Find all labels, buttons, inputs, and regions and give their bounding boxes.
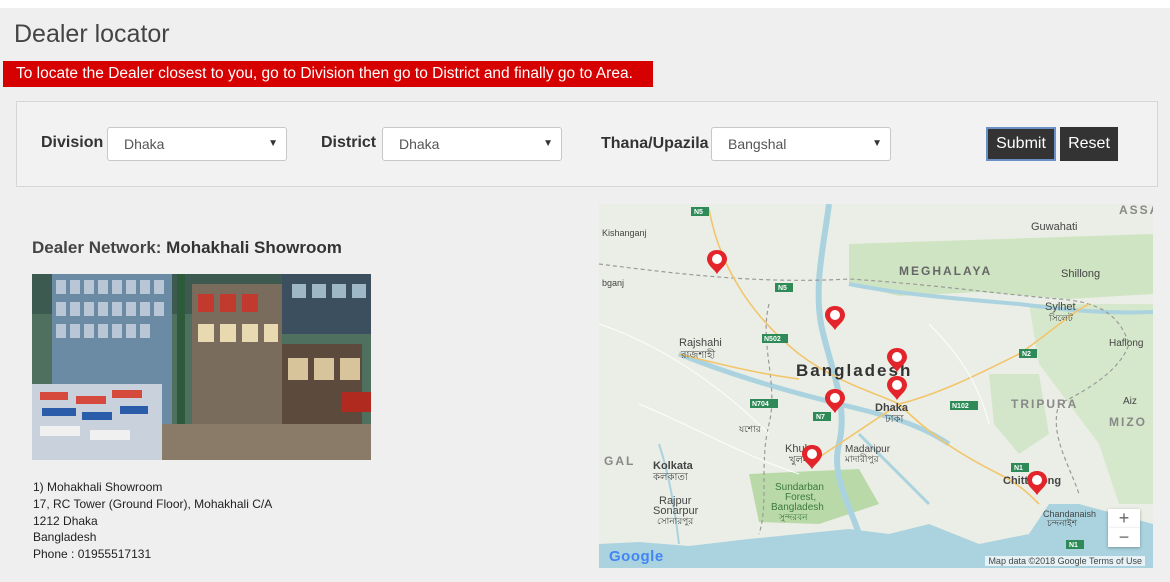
thana-value: Bangshal [728,136,787,152]
map-label-haflong: Haflong [1109,338,1143,349]
map-label-aizawl: Aiz [1123,396,1137,407]
filter-form: Division Dhaka ▼ District Dhaka ▼ Thana/… [16,101,1158,187]
map-label-kishanganj: Kishanganj [602,228,647,238]
road-n2-label: N2 [1022,351,1031,358]
thana-label: Thana/Upazila [601,135,709,152]
chevron-down-icon: ▼ [872,138,882,149]
division-label: Division [41,134,104,151]
map-label-kolkata: Kolkata [653,460,694,472]
dealer-network-label: Dealer Network: [32,238,162,257]
map-label-bganj: bganj [602,278,624,288]
page-title: Dealer locator [14,20,170,48]
reset-button[interactable]: Reset [1060,127,1118,161]
map-label-meghalaya: MEGHALAYA [899,264,992,278]
google-logo-text: Google [609,548,664,565]
map-label-sylhet-bn: সিলেট [1048,312,1074,323]
division-select[interactable]: Dhaka ▼ [107,127,287,161]
map-label-mizo: MIZO [1109,415,1147,429]
thana-select[interactable]: Bangshal ▼ [711,127,891,161]
road-n502-label: N502 [764,336,781,343]
road-n1-label: N1 [1014,465,1023,472]
zoom-in-button[interactable]: + [1108,509,1140,528]
map-attribution[interactable]: Map data ©2018 Google Terms of Use [985,556,1145,566]
map-label-tripura: TRIPURA [1011,397,1078,411]
map-canvas[interactable]: N5 N5 N502 N704 N7 N102 N2 N1 N1 Kishang… [599,204,1153,568]
road-n102-label: N102 [952,403,969,410]
road-n5-label: N5 [694,209,703,216]
submit-button[interactable]: Submit [986,127,1056,161]
district-value: Dhaka [399,136,440,152]
road-n1-label: N1 [1069,542,1078,549]
map-label-rajshahi: Rajshahi [679,337,722,349]
chevron-down-icon: ▼ [543,138,553,149]
address-line: 17, RC Tower (Ground Floor), Mohakhali C… [33,496,273,511]
phone-number: Phone : 01955517131 [33,547,152,562]
map-label-gal: GAL [604,454,635,468]
instruction-banner: To locate the Dealer closest to you, go … [3,61,653,87]
address-line: Bangladesh [33,530,97,545]
district-select[interactable]: Dhaka ▼ [382,127,562,161]
chevron-down-icon: ▼ [268,138,278,149]
dealer-network-heading: Dealer Network: Mohakhali Showroom [32,238,342,258]
map-label-guwahati: Guwahati [1031,221,1077,233]
dealer-address: 1) Mohakhali Showroom 17, RC Tower (Grou… [33,479,272,563]
map-label-sonarpur-bn: সোনারপুর [657,516,694,527]
map-label-sundarban-bn: সুন্দরবন [778,512,808,523]
zoom-out-button[interactable]: − [1108,528,1140,547]
division-value: Dhaka [124,136,165,152]
map-label-sylhet: Sylhet [1045,301,1076,313]
map-label-dhaka-bn: ঢাকা [884,414,905,425]
google-logo: Google [609,548,664,565]
road-n5-label: N5 [778,285,787,292]
showroom-name: Mohakhali Showroom [166,238,342,257]
map-label-assam: ASSA [1119,204,1153,217]
address-line: 1212 Dhaka [33,513,98,528]
district-label: District [321,134,377,151]
dealer-map[interactable]: N5 N5 N502 N704 N7 N102 N2 N1 N1 Kishang… [599,204,1153,568]
showroom-photo [32,274,371,460]
road-n704-label: N704 [752,401,769,408]
map-label-dhaka: Dhaka [875,402,909,414]
map-label-shillong: Shillong [1061,268,1100,280]
map-label-rajshahi-bn: রাজশাহী [680,348,715,361]
address-line: 1) Mohakhali Showroom [33,480,163,494]
map-label-kolkata-bn: কলকাতা [652,472,689,483]
road-n7-label: N7 [816,414,825,421]
map-label-jessore-bn: যশোর [738,424,762,434]
map-label-chandanaish-bn: চন্দনাইশ [1046,518,1078,528]
map-label-madaripur-bn: মাদারীপুর [844,453,880,465]
